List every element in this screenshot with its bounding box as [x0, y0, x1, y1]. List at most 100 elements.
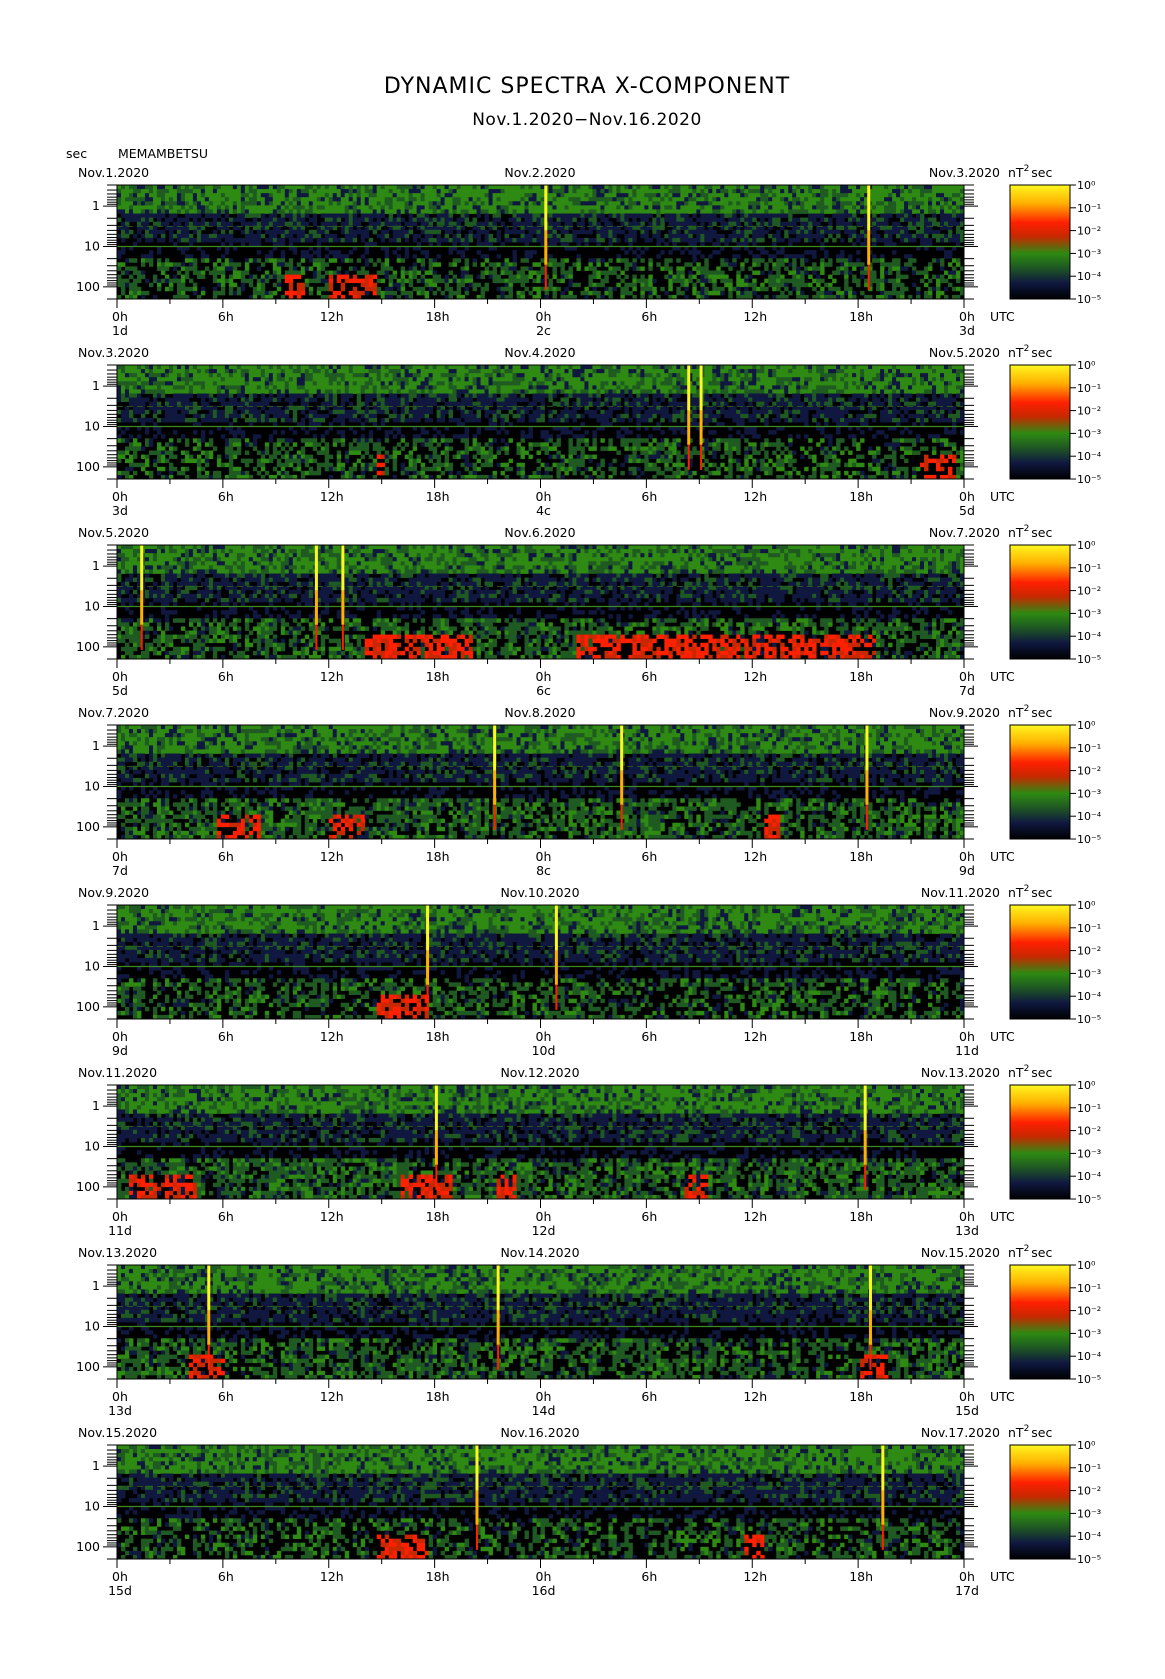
heatmap-cell	[353, 193, 357, 197]
heatmap-cell	[365, 291, 369, 295]
heatmap-cell	[293, 250, 297, 254]
heatmap-cell	[381, 271, 385, 275]
heatmap-cell	[297, 205, 301, 209]
heatmap-cell	[764, 185, 768, 189]
heatmap-cell	[433, 262, 437, 266]
heatmap-cell	[417, 197, 421, 201]
heatmap-cell	[489, 222, 493, 226]
heatmap-cell	[245, 238, 249, 242]
heatmap-cell	[537, 185, 541, 189]
heatmap-cell	[548, 279, 552, 283]
heatmap-cell	[684, 197, 688, 201]
heatmap-cell	[401, 218, 405, 222]
heatmap-cell	[560, 262, 564, 266]
heatmap-cell	[461, 201, 465, 205]
heatmap-cell	[297, 193, 301, 197]
heatmap-cell	[189, 254, 193, 258]
heatmap-cell	[700, 185, 704, 189]
heatmap-cell	[564, 238, 568, 242]
heatmap-cell	[744, 283, 748, 287]
heatmap-cell	[233, 275, 237, 279]
heatmap-cell	[576, 283, 580, 287]
heatmap-cell	[632, 234, 636, 238]
heatmap-cell	[393, 226, 397, 230]
heatmap-cell	[672, 230, 676, 234]
heatmap-cell	[513, 275, 517, 279]
heatmap-cell	[676, 230, 680, 234]
heatmap-cell	[473, 189, 477, 193]
heatmap-cell	[736, 254, 740, 258]
heatmap-cell	[720, 189, 724, 193]
heatmap-cell	[688, 193, 692, 197]
heatmap-cell	[672, 193, 676, 197]
heatmap-cell	[181, 291, 185, 295]
heatmap-cell	[521, 275, 525, 279]
heatmap-cell	[349, 193, 353, 197]
heatmap-cell	[321, 197, 325, 201]
heatmap-cell	[744, 222, 748, 226]
heatmap-cell	[429, 271, 433, 275]
heatmap-cell	[756, 254, 760, 258]
heatmap-cell	[149, 205, 153, 209]
heatmap-cell	[469, 209, 473, 213]
heatmap-cell	[497, 185, 501, 189]
heatmap-cell	[173, 226, 177, 230]
heatmap-cell	[125, 283, 129, 287]
heatmap-cell	[748, 218, 752, 222]
heatmap-cell	[513, 266, 517, 270]
heatmap-cell	[541, 271, 545, 275]
heatmap-cell	[676, 287, 680, 291]
heatmap-cell	[413, 197, 417, 201]
heatmap-cell	[181, 218, 185, 222]
heatmap-cell	[692, 214, 696, 218]
heatmap-cell	[397, 283, 401, 287]
heatmap-cell	[525, 201, 529, 205]
heatmap-cell	[253, 201, 257, 205]
heatmap-cell	[640, 250, 644, 254]
heatmap-cell	[293, 226, 297, 230]
heatmap-cell	[437, 242, 441, 246]
heatmap-cell	[221, 262, 225, 266]
heatmap-cell	[253, 209, 257, 213]
heatmap-cell	[736, 230, 740, 234]
heatmap-cell	[572, 218, 576, 222]
heatmap-cell	[748, 250, 752, 254]
heatmap-cell	[752, 185, 756, 189]
heatmap-cell	[537, 214, 541, 218]
heatmap-cell	[537, 209, 541, 213]
heatmap-cell	[173, 234, 177, 238]
heatmap-cell	[213, 205, 217, 209]
heatmap-cell	[521, 279, 525, 283]
heatmap-cell	[696, 218, 700, 222]
heatmap-cell	[145, 279, 149, 283]
heatmap-cell	[313, 214, 317, 218]
heatmap-cell	[213, 193, 217, 197]
heatmap-cell	[584, 197, 588, 201]
heatmap-cell	[756, 193, 760, 197]
heatmap-cell	[409, 222, 413, 226]
heatmap-cell	[493, 197, 497, 201]
heatmap-cell	[668, 279, 672, 283]
heatmap-cell	[644, 234, 648, 238]
heatmap-cell	[560, 275, 564, 279]
heatmap-cell	[696, 197, 700, 201]
heatmap-cell	[545, 291, 549, 295]
heatmap-cell	[309, 238, 313, 242]
heatmap-cell	[624, 201, 628, 205]
heatmap-cell	[521, 214, 525, 218]
heatmap-cell	[153, 222, 157, 226]
heatmap-cell	[177, 189, 181, 193]
heatmap-cell	[760, 193, 764, 197]
heatmap-cell	[537, 193, 541, 197]
heatmap-cell	[393, 218, 397, 222]
heatmap-cell	[385, 287, 389, 291]
heatmap-cell	[592, 271, 596, 275]
heatmap-cell	[708, 271, 712, 275]
heatmap-cell	[780, 222, 784, 226]
heatmap-cell	[461, 185, 465, 189]
heatmap-cell	[241, 201, 245, 205]
heatmap-cell	[772, 189, 776, 193]
heatmap-cell	[205, 209, 209, 213]
heatmap-cell	[341, 238, 345, 242]
heatmap-cell	[752, 218, 756, 222]
